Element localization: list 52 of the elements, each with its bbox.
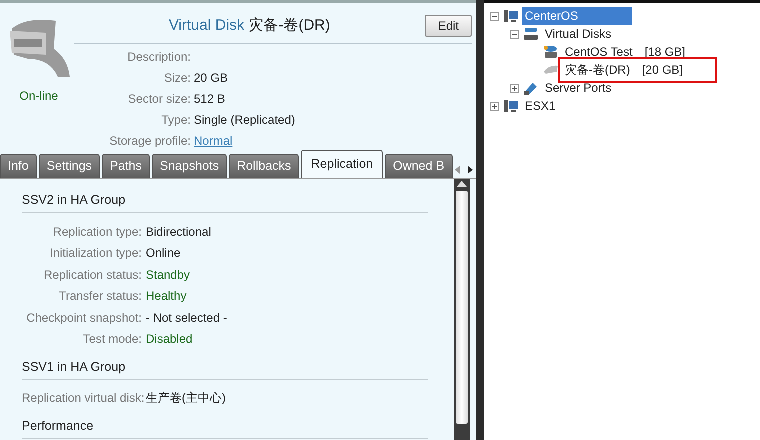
property-label: Description: bbox=[126, 49, 192, 66]
tab[interactable]: Settings bbox=[38, 154, 100, 178]
field-label: Replication status: bbox=[42, 266, 143, 284]
expand-icon[interactable] bbox=[510, 84, 519, 92]
network-port-icon bbox=[523, 80, 539, 96]
tab[interactable]: Info bbox=[0, 154, 37, 178]
disk-stack-icon bbox=[523, 26, 539, 42]
field-label: Test mode: bbox=[82, 331, 143, 348]
field-label: Checkpoint snapshot: bbox=[26, 310, 143, 326]
field-label: Replication virtual disk: bbox=[22, 390, 146, 408]
field-label: Initialization type: bbox=[48, 245, 143, 262]
scroll-up-icon[interactable] bbox=[457, 181, 467, 187]
server-icon bbox=[503, 98, 519, 114]
scroll-right-icon[interactable] bbox=[468, 166, 473, 174]
property-value: 512 B bbox=[194, 91, 226, 108]
tab[interactable]: Owned B bbox=[385, 154, 453, 178]
section-heading: Performance bbox=[22, 417, 428, 439]
section-heading: SSV2 in HA Group bbox=[22, 191, 428, 213]
tab[interactable]: Paths bbox=[102, 154, 150, 178]
disk-title: Virtual Disk 灾备-卷(DR) bbox=[168, 16, 332, 36]
tab[interactable]: Rollbacks bbox=[229, 154, 300, 178]
field-value: Disabled bbox=[146, 331, 193, 348]
collapse-icon[interactable] bbox=[510, 30, 519, 38]
tab[interactable]: Snapshots bbox=[152, 154, 228, 178]
tree-item[interactable]: Virtual Disks bbox=[542, 25, 614, 43]
property-label: Storage profile: bbox=[108, 133, 192, 150]
tab[interactable]: Replication bbox=[301, 150, 384, 178]
field-value: Online bbox=[146, 245, 181, 262]
edit-button[interactable]: Edit bbox=[425, 15, 472, 38]
field-label: Transfer status: bbox=[58, 288, 143, 305]
field-value: Healthy bbox=[146, 288, 187, 305]
scrollbar-thumb[interactable] bbox=[456, 191, 468, 424]
section-heading: SSV1 in HA Group bbox=[22, 358, 428, 380]
status-label: On-line bbox=[20, 88, 58, 105]
property-label: Size: bbox=[163, 70, 192, 87]
collapse-icon[interactable] bbox=[490, 12, 499, 20]
field-value: Bidirectional bbox=[146, 224, 212, 240]
property-value: Single (Replicated) bbox=[194, 112, 296, 129]
property-link[interactable]: Normal bbox=[194, 132, 233, 150]
property-value: 20 GB bbox=[194, 70, 228, 87]
property-label: Type: bbox=[160, 112, 192, 129]
property-label: Sector size: bbox=[127, 91, 192, 108]
expand-icon[interactable] bbox=[490, 102, 499, 110]
tree-item[interactable]: ESX1 bbox=[522, 97, 559, 115]
field-value: Standby bbox=[146, 266, 190, 284]
disk-icon bbox=[543, 44, 559, 60]
tree-item[interactable]: Server Ports bbox=[542, 79, 615, 97]
server-icon bbox=[503, 8, 519, 24]
field-value: - Not selected - bbox=[146, 310, 228, 326]
tree-item[interactable]: CenterOS bbox=[522, 7, 632, 25]
field-label: Replication type: bbox=[52, 224, 143, 240]
field-value: 生产卷(主中心) bbox=[146, 390, 226, 408]
